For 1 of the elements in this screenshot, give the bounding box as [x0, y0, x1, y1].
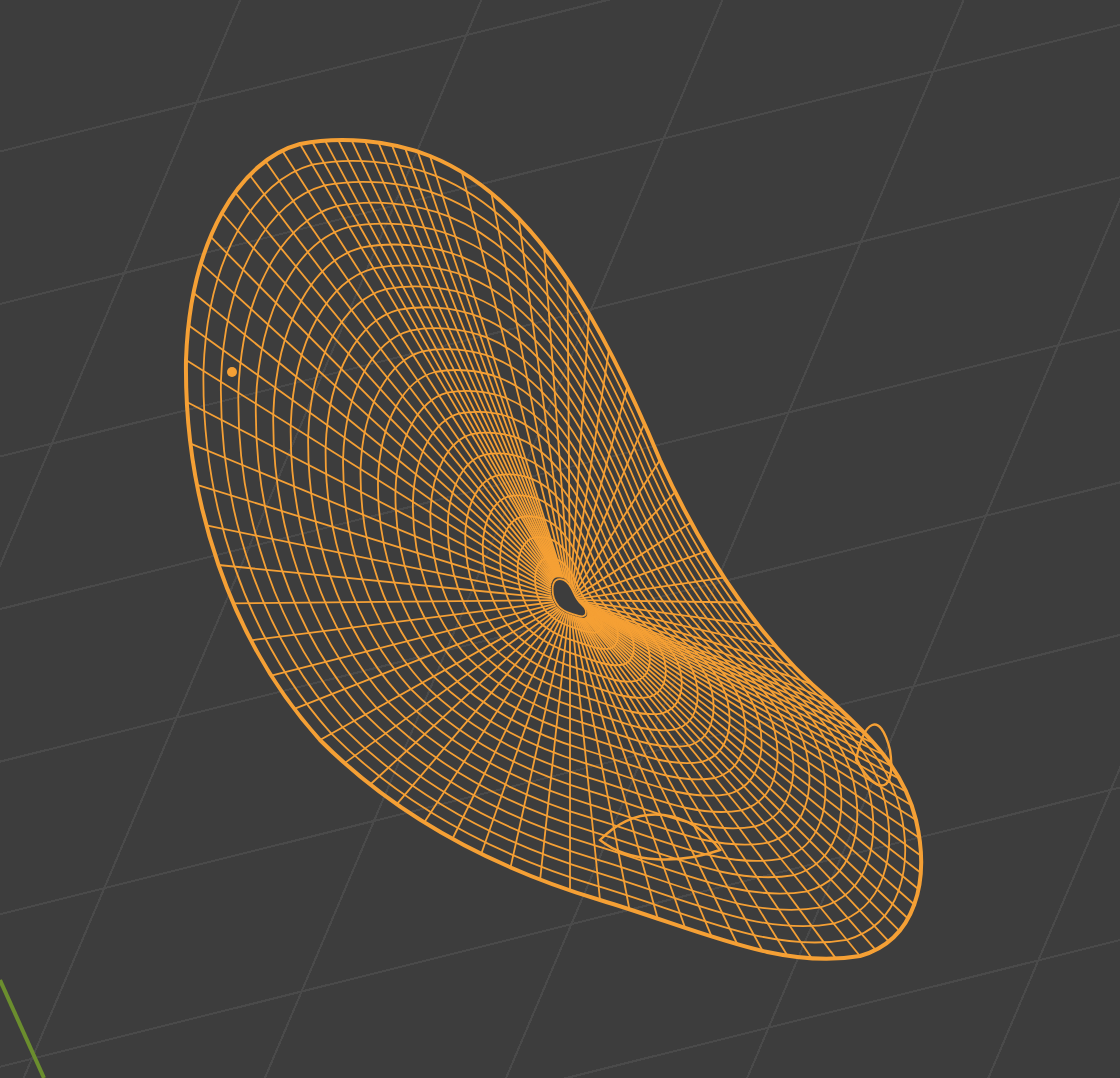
axis-line [0, 979, 46, 1078]
